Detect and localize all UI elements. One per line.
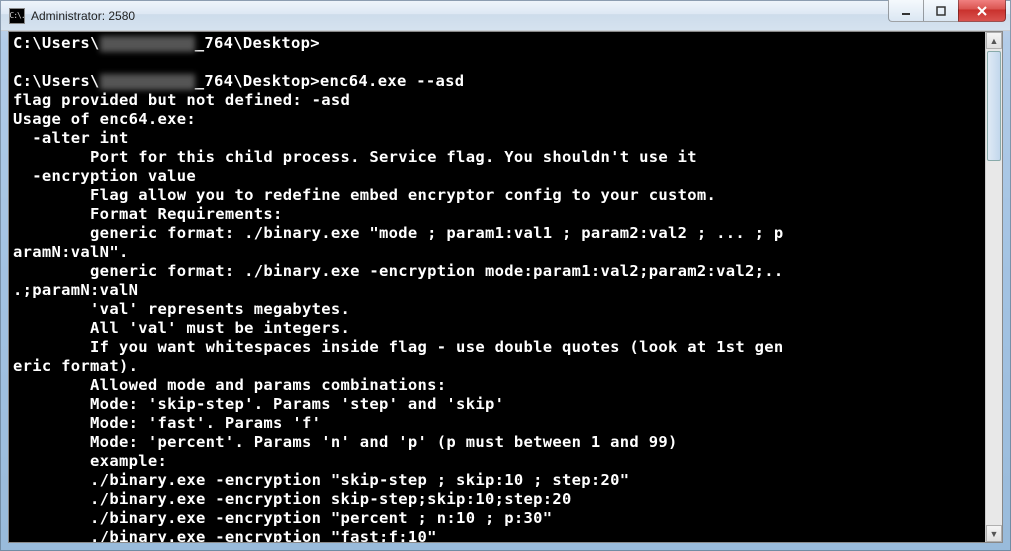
console-line: All 'val' must be integers.: [13, 319, 981, 338]
console-line: Allowed mode and params combinations:: [13, 376, 981, 395]
window-title: Administrator: 2580: [31, 9, 135, 23]
console-line: ./binary.exe -encryption "fast;f:10": [13, 528, 981, 542]
console-line: Format Requirements:: [13, 205, 981, 224]
console-line: ./binary.exe -encryption "percent ; n:10…: [13, 509, 981, 528]
console-line: ./binary.exe -encryption skip-step;skip:…: [13, 490, 981, 509]
console-line: eric format).: [13, 357, 981, 376]
console-line: generic format: ./binary.exe "mode ; par…: [13, 224, 981, 243]
console-line: .;paramN:valN: [13, 281, 981, 300]
scroll-track[interactable]: [986, 49, 1002, 525]
window-controls: [889, 0, 1006, 22]
scroll-thumb[interactable]: [987, 51, 1001, 161]
console-window: C:\. Administrator: 2580 C:\Users\_764\D…: [0, 0, 1011, 551]
maximize-button[interactable]: [923, 0, 959, 22]
console-line: -encryption value: [13, 167, 981, 186]
redacted-username: [100, 74, 195, 90]
console-line: Mode: 'percent'. Params 'n' and 'p' (p m…: [13, 433, 981, 452]
console-line: 'val' represents megabytes.: [13, 300, 981, 319]
console-line: [13, 53, 981, 72]
minimize-icon: [900, 5, 912, 17]
console-line: If you want whitespaces inside flag - us…: [13, 338, 981, 357]
console-line: Flag allow you to redefine embed encrypt…: [13, 186, 981, 205]
scroll-up-button[interactable]: ▲: [986, 32, 1002, 49]
minimize-button[interactable]: [888, 0, 924, 22]
client-area: C:\Users\_764\Desktop> C:\Users\_764\Des…: [8, 31, 1003, 543]
console-line: C:\Users\_764\Desktop>: [13, 34, 981, 53]
console-line: Usage of enc64.exe:: [13, 110, 981, 129]
console-line: generic format: ./binary.exe -encryption…: [13, 262, 981, 281]
maximize-icon: [935, 5, 947, 17]
close-button[interactable]: [958, 0, 1006, 22]
console-line: C:\Users\_764\Desktop>enc64.exe --asd: [13, 72, 981, 91]
redacted-username: [100, 36, 195, 52]
console-line: flag provided but not defined: -asd: [13, 91, 981, 110]
console-line: -alter int: [13, 129, 981, 148]
console-output[interactable]: C:\Users\_764\Desktop> C:\Users\_764\Des…: [9, 32, 985, 542]
close-icon: [975, 4, 989, 18]
titlebar[interactable]: C:\. Administrator: 2580: [1, 1, 1010, 31]
console-line: example:: [13, 452, 981, 471]
console-line: Mode: 'skip-step'. Params 'step' and 'sk…: [13, 395, 981, 414]
cmd-icon: C:\.: [9, 8, 25, 24]
vertical-scrollbar[interactable]: ▲ ▼: [985, 32, 1002, 542]
console-line: Mode: 'fast'. Params 'f': [13, 414, 981, 433]
console-line: ./binary.exe -encryption "skip-step ; sk…: [13, 471, 981, 490]
console-line: aramN:valN".: [13, 243, 981, 262]
scroll-down-button[interactable]: ▼: [986, 525, 1002, 542]
console-line: Port for this child process. Service fla…: [13, 148, 981, 167]
